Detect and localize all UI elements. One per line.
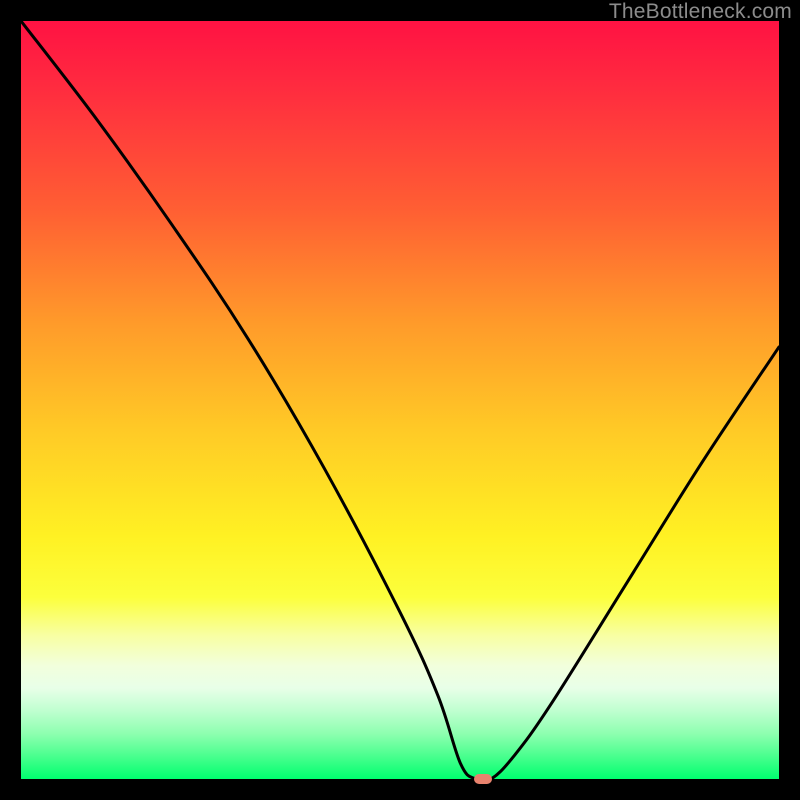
curve-path [21, 21, 779, 779]
optimum-marker [474, 774, 492, 784]
chart-plot-area [21, 21, 779, 779]
watermark-text: TheBottleneck.com [609, 0, 792, 24]
bottleneck-curve [21, 21, 779, 779]
chart-frame: TheBottleneck.com [0, 0, 800, 800]
